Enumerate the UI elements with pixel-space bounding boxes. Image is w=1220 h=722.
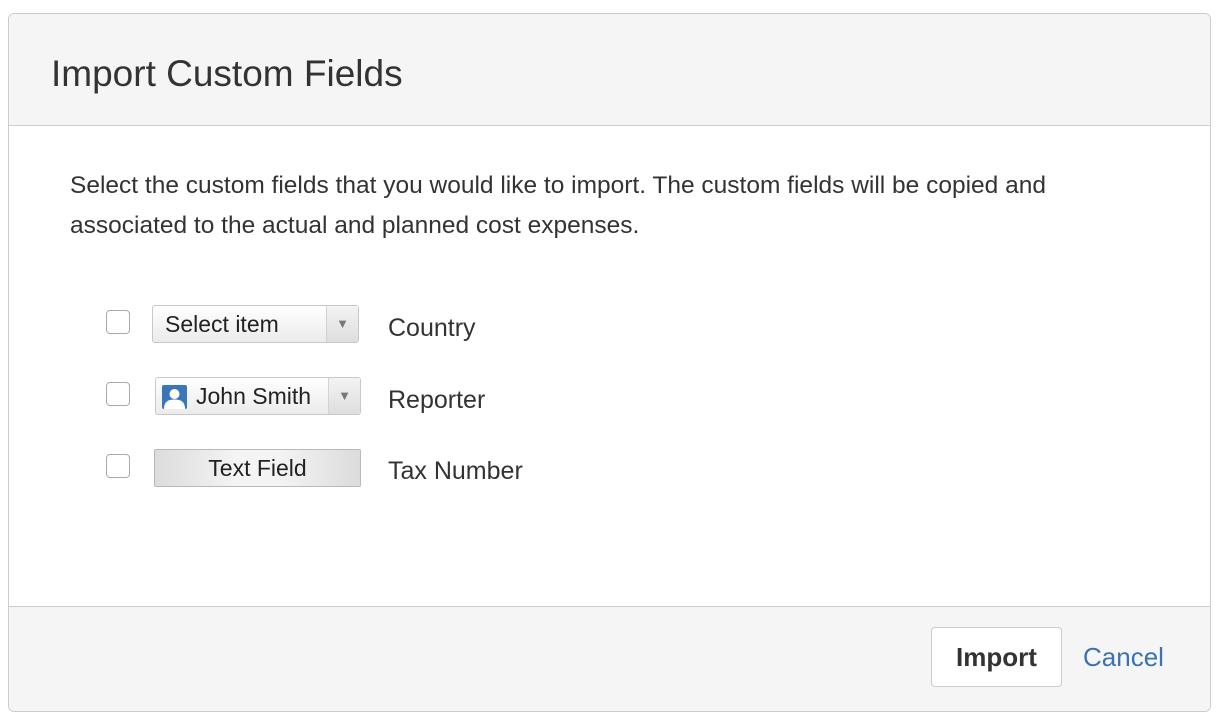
user-avatar-icon: [162, 385, 187, 409]
reporter-label: Reporter: [388, 386, 486, 414]
field-row-tax-number: Text Field Tax Number: [9, 448, 1210, 488]
country-select-value: Select item: [165, 311, 279, 337]
country-label: Country: [388, 314, 476, 342]
field-row-reporter: John Smith ▼ Reporter: [9, 377, 1210, 417]
import-custom-fields-dialog: Import Custom Fields Select the custom f…: [8, 13, 1211, 712]
reporter-user-name: John Smith: [196, 383, 312, 409]
dialog-title: Import Custom Fields: [51, 53, 403, 94]
country-checkbox[interactable]: [106, 310, 130, 334]
country-select[interactable]: Select item ▼: [152, 305, 359, 343]
chevron-down-icon: ▼: [328, 378, 360, 414]
reporter-user-picker[interactable]: John Smith ▼: [155, 377, 361, 415]
import-button[interactable]: Import: [931, 627, 1062, 687]
cancel-link[interactable]: Cancel: [1083, 639, 1164, 675]
dialog-header: Import Custom Fields: [9, 14, 1210, 126]
tax-number-checkbox[interactable]: [106, 454, 130, 478]
dialog-body: Select the custom fields that you would …: [9, 126, 1210, 607]
chevron-down-icon: ▼: [326, 306, 358, 342]
tax-number-text-field[interactable]: Text Field: [154, 449, 361, 487]
reporter-checkbox[interactable]: [106, 382, 130, 406]
tax-number-label: Tax Number: [388, 457, 523, 485]
field-row-country: Select item ▼ Country: [9, 305, 1210, 346]
dialog-description: Select the custom fields that you would …: [70, 172, 1046, 239]
dialog-footer: Import Cancel: [9, 606, 1210, 711]
